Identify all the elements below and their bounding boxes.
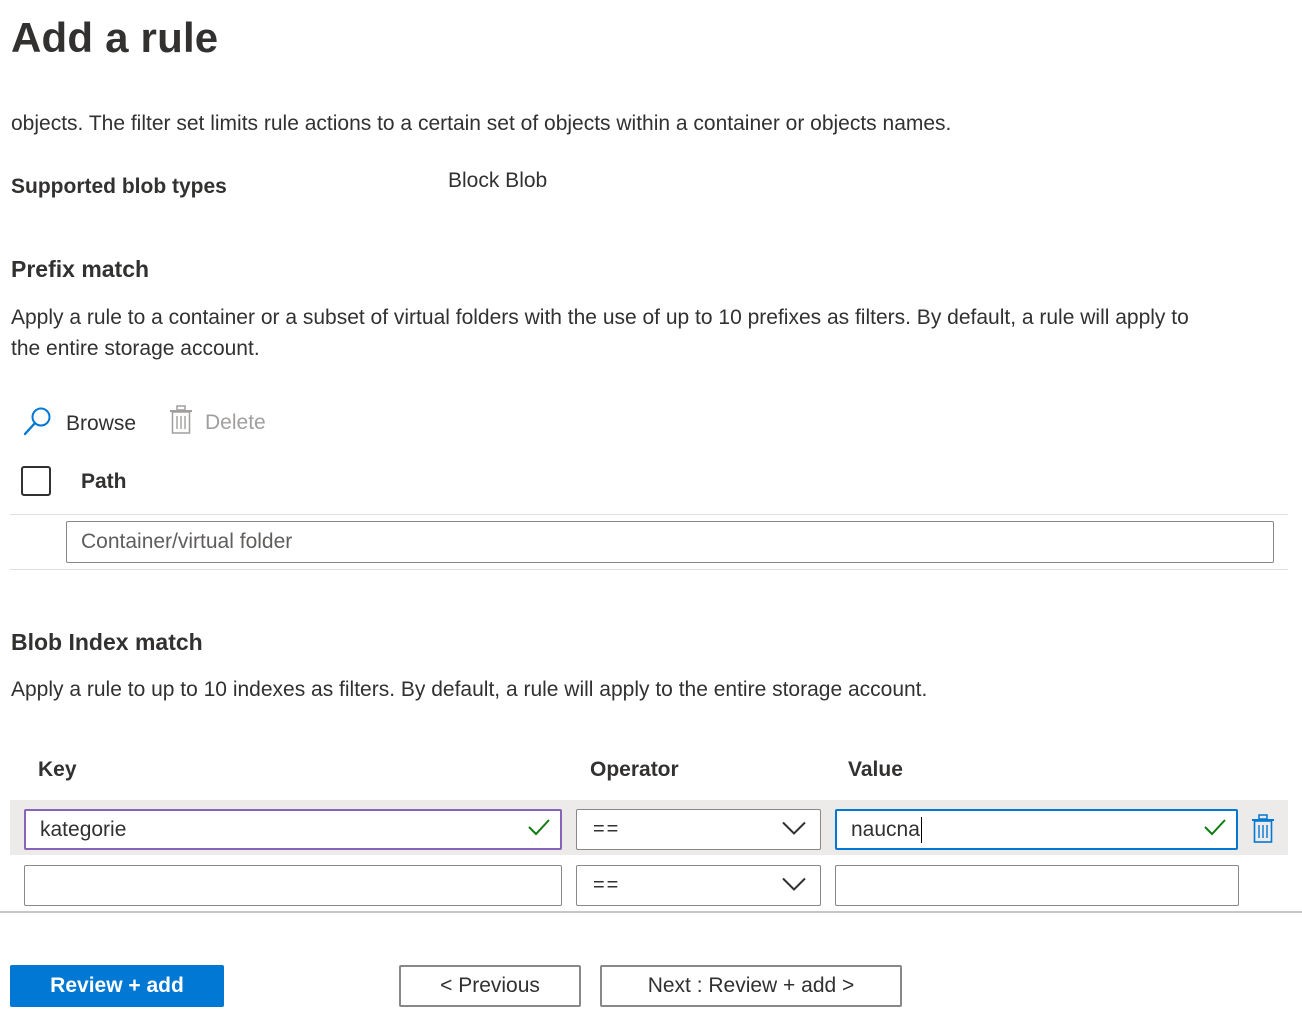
prefix-match-description: Apply a rule to a container or a subset … xyxy=(11,306,1296,361)
blob-types-label: Supported blob types xyxy=(11,175,227,198)
value-input-row-1[interactable]: naucna xyxy=(835,809,1238,850)
delete-button[interactable]: Delete xyxy=(169,405,266,441)
checkmark-icon xyxy=(1204,818,1226,842)
chevron-down-icon xyxy=(782,874,806,897)
key-input-row-1[interactable]: kategorie xyxy=(24,809,562,850)
path-column-header: Path xyxy=(81,470,127,493)
value-input-row-1-value: naucna xyxy=(851,817,920,841)
review-add-button[interactable]: Review + add xyxy=(10,965,224,1007)
browse-button[interactable]: Browse xyxy=(22,405,136,443)
key-input-row-2[interactable] xyxy=(24,865,562,906)
value-column-header: Value xyxy=(848,758,903,781)
browse-label: Browse xyxy=(66,412,137,435)
key-column-header: Key xyxy=(38,758,77,781)
trash-icon xyxy=(1251,814,1275,848)
operator-column-header: Operator xyxy=(590,758,679,781)
blob-index-title: Blob Index match xyxy=(11,629,203,655)
blob-index-description: Apply a rule to up to 10 indexes as filt… xyxy=(11,678,928,701)
path-input-placeholder: Container/virtual folder xyxy=(81,530,293,553)
delete-row-1-button[interactable] xyxy=(1251,814,1275,849)
value-input-row-2[interactable] xyxy=(835,865,1239,906)
prefix-match-description-line2: the entire storage account. xyxy=(11,337,260,360)
path-input[interactable]: Container/virtual folder xyxy=(66,521,1274,563)
page-title: Add a rule xyxy=(11,14,219,61)
blob-types-value: Block Blob xyxy=(448,169,548,192)
search-icon xyxy=(22,405,54,443)
next-button[interactable]: Next : Review + add > xyxy=(600,965,902,1007)
prefix-match-description-line1: Apply a rule to a container or a subset … xyxy=(11,306,1189,329)
key-input-row-1-value: kategorie xyxy=(40,817,127,841)
chevron-down-icon xyxy=(782,818,806,841)
operator-dropdown-row-1-value: == xyxy=(593,818,621,840)
prefix-match-title: Prefix match xyxy=(11,256,150,282)
operator-dropdown-row-2-value: == xyxy=(593,874,621,896)
delete-label: Delete xyxy=(205,411,266,434)
operator-dropdown-row-1[interactable]: == xyxy=(576,809,821,850)
select-all-checkbox[interactable] xyxy=(21,466,51,496)
intro-text: objects. The filter set limits rule acti… xyxy=(11,112,952,135)
previous-button[interactable]: < Previous xyxy=(399,965,581,1007)
path-row-divider xyxy=(10,569,1288,570)
trash-icon xyxy=(169,405,193,441)
path-header-divider xyxy=(10,514,1288,515)
text-cursor xyxy=(920,816,923,843)
checkmark-icon xyxy=(528,818,550,842)
operator-dropdown-row-2[interactable]: == xyxy=(576,865,821,906)
footer-divider xyxy=(0,911,1302,913)
